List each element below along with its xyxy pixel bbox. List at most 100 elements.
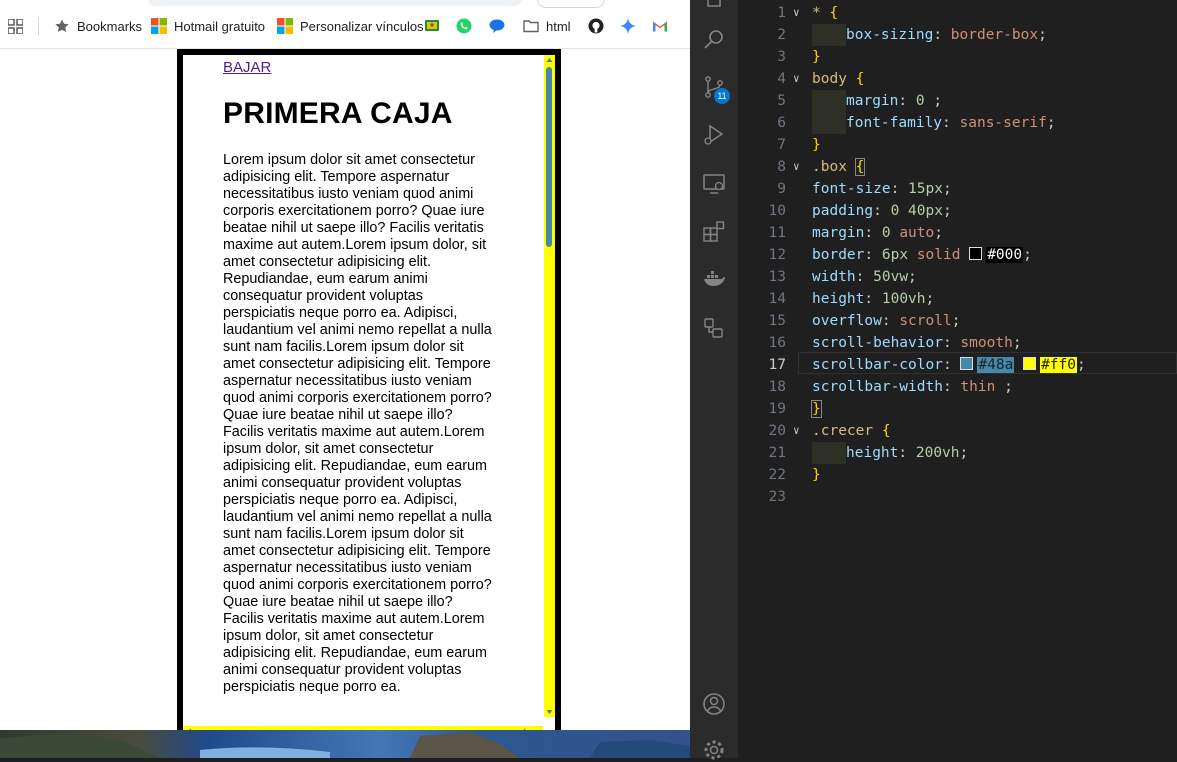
- code-text: overflow: scroll;: [812, 313, 961, 329]
- code-line[interactable]: 18 scrollbar-width: thin ;: [738, 376, 1177, 398]
- fold-chevron-icon[interactable]: ∨: [793, 156, 800, 178]
- line-number: 11: [768, 225, 786, 241]
- bookmark-label: Bookmarks: [77, 18, 143, 34]
- code-line[interactable]: 16 scroll-behavior: smooth;: [738, 332, 1177, 354]
- fold-chevron-icon[interactable]: ∨: [793, 2, 800, 24]
- settings-gear-icon[interactable]: [702, 738, 726, 762]
- code-line[interactable]: 4 ∨ body {: [738, 68, 1177, 90]
- bookmark-whatsapp[interactable]: [456, 15, 479, 37]
- code-text: }: [812, 467, 821, 483]
- microsoft-logo-icon: [151, 18, 167, 34]
- remote-explorer-icon[interactable]: [702, 172, 726, 196]
- lorem-paragraph: Lorem ipsum dolor sit amet consectetur a…: [223, 152, 492, 695]
- fold-chevron-icon[interactable]: ∨: [793, 420, 800, 442]
- code-line[interactable]: 7}: [738, 134, 1177, 156]
- remote-icon[interactable]: [702, 316, 726, 340]
- code-text: scrollbar-width: thin ;: [812, 379, 1013, 395]
- code-text: height: 200vh;: [812, 442, 968, 464]
- code-line[interactable]: 13 width: 50vw;: [738, 266, 1177, 288]
- code-line[interactable]: 14 height: 100vh;: [738, 288, 1177, 310]
- bookmarks-bar: Bookmarks Hotmail gratuito Personalizar …: [0, 0, 690, 49]
- google-classroom-icon: [425, 20, 439, 31]
- code-text: * {: [812, 5, 839, 21]
- bookmark-github[interactable]: [588, 15, 611, 37]
- sparkle-icon: [620, 18, 636, 34]
- toolbar-button-edge[interactable]: [537, 0, 605, 8]
- code-text: box-sizing: border-box;: [812, 24, 1047, 46]
- code-line[interactable]: 20 ∨ .crecer {: [738, 420, 1177, 442]
- microsoft-logo-icon: [277, 18, 293, 34]
- code-line[interactable]: 15 overflow: scroll;: [738, 310, 1177, 332]
- fold-chevron-icon[interactable]: ∨: [793, 68, 800, 90]
- page-heading: PRIMERA CAJA: [223, 97, 453, 130]
- docker-icon[interactable]: [702, 267, 726, 291]
- search-icon[interactable]: [702, 27, 726, 51]
- code-line[interactable]: 17 scrollbar-color: #48a #ff0;: [738, 354, 1177, 376]
- vertical-scrollbar[interactable]: [544, 55, 555, 717]
- code-editor[interactable]: 1 ∨ * {2 box-sizing: border-box; 3} 4 ∨ body {5…: [738, 0, 1177, 758]
- code-text: .box {: [812, 158, 866, 176]
- code-text: scroll-behavior: smooth;: [812, 335, 1022, 351]
- bookmark-hotmail[interactable]: Hotmail gratuito: [151, 15, 265, 37]
- bookmark-label: Hotmail gratuito: [174, 18, 266, 34]
- vertical-scrollbar-thumb[interactable]: [546, 67, 552, 247]
- bookmark-label: Personalizar vínculos: [300, 18, 424, 34]
- code-line[interactable]: 5 margin: 0 ;: [738, 90, 1177, 112]
- line-number: 4: [777, 71, 786, 87]
- line-number: 8: [777, 159, 786, 175]
- scroll-up-arrow-icon[interactable]: [546, 57, 553, 63]
- bookmark-html-folder[interactable]: html: [523, 15, 571, 37]
- code-text: }: [812, 49, 821, 65]
- bookmark-bookmarks[interactable]: Bookmarks: [54, 15, 142, 37]
- account-icon[interactable]: [702, 692, 726, 716]
- desktop-wallpaper: [0, 730, 690, 758]
- wallpaper-coast-image: [0, 732, 690, 758]
- line-number: 17: [768, 357, 786, 373]
- vscode-activity-bar: 11: [690, 0, 738, 760]
- code-line[interactable]: 9 font-size: 15px;: [738, 178, 1177, 200]
- browser-window: Bookmarks Hotmail gratuito Personalizar …: [0, 0, 690, 758]
- code-text: scrollbar-color: #48a #ff0;: [812, 357, 1086, 373]
- code-line[interactable]: 1 ∨ * {: [738, 2, 1177, 24]
- scroll-box[interactable]: BAJAR PRIMERA CAJA Lorem ipsum dolor sit…: [177, 49, 561, 736]
- bookmark-gmail[interactable]: [652, 15, 675, 37]
- bookmark-personalizar[interactable]: Personalizar vínculos: [277, 15, 424, 37]
- code-line[interactable]: 6 font-family: sans-serif;: [738, 112, 1177, 134]
- line-number: 3: [777, 49, 786, 65]
- code-line[interactable]: 11 margin: 0 auto;: [738, 222, 1177, 244]
- scroll-down-arrow-icon[interactable]: [546, 709, 553, 715]
- bookmark-classroom[interactable]: [424, 15, 447, 37]
- run-debug-icon[interactable]: [702, 122, 726, 146]
- bookmark-gemini[interactable]: [620, 15, 643, 37]
- files-icon[interactable]: [702, 0, 726, 10]
- bajar-link[interactable]: BAJAR: [223, 59, 271, 76]
- github-icon: [588, 18, 604, 34]
- line-number: 16: [768, 335, 786, 351]
- line-number: 14: [768, 291, 786, 307]
- code-line[interactable]: 21 height: 200vh;: [738, 442, 1177, 464]
- bookmark-label: html: [546, 18, 571, 34]
- page-viewport: BAJAR PRIMERA CAJA Lorem ipsum dolor sit…: [0, 49, 690, 736]
- code-line[interactable]: 19}: [738, 398, 1177, 420]
- line-number: 6: [777, 115, 786, 131]
- line-number: 22: [768, 467, 786, 483]
- code-line[interactable]: 22}: [738, 464, 1177, 486]
- line-number: 2: [777, 27, 786, 43]
- code-line[interactable]: 12 border: 6px solid #000;: [738, 244, 1177, 266]
- code-text: body {: [812, 71, 865, 87]
- line-number: 7: [777, 137, 786, 153]
- code-line[interactable]: 3}: [738, 46, 1177, 68]
- code-line[interactable]: 23: [738, 486, 1177, 508]
- line-number: 13: [768, 269, 786, 285]
- bookmark-chat[interactable]: [489, 15, 512, 37]
- apps-grid-icon[interactable]: [8, 19, 23, 34]
- star-icon: [55, 19, 69, 32]
- code-text: }: [812, 137, 821, 153]
- extensions-icon[interactable]: [702, 220, 726, 244]
- code-line[interactable]: 2 box-sizing: border-box;: [738, 24, 1177, 46]
- code-text: border: 6px solid #000;: [812, 247, 1032, 263]
- omnibox-edge[interactable]: [148, 0, 522, 6]
- code-line[interactable]: 8 ∨ .box {: [738, 156, 1177, 178]
- code-line[interactable]: 10 padding: 0 40px;: [738, 200, 1177, 222]
- line-number: 10: [768, 203, 786, 219]
